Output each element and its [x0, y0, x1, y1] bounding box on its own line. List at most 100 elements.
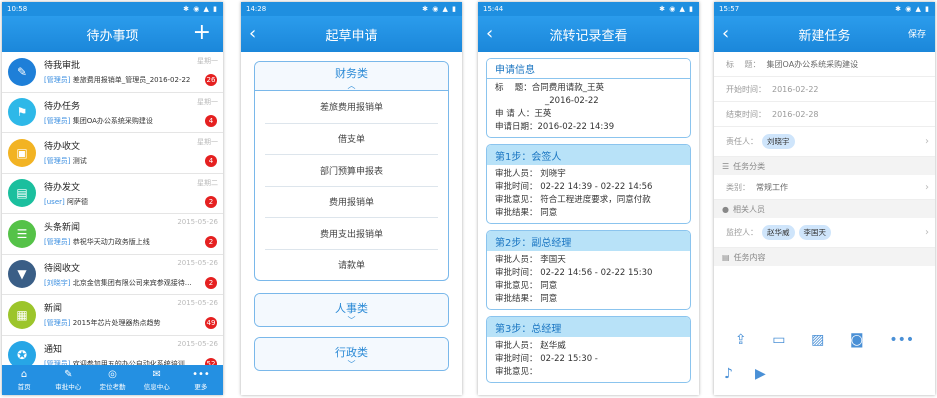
tab-label: 信息中心: [143, 383, 170, 391]
more-icon[interactable]: •••: [889, 332, 914, 348]
image-icon[interactable]: ▨: [811, 332, 824, 348]
application-info: 申请信息 标 题：合同费用请款_王英 _2016-02-22 申 请 人：王英 …: [486, 58, 691, 138]
category-header[interactable]: 财务类 ︿: [255, 62, 448, 90]
item-date: 2015-05-26: [177, 258, 218, 267]
step-line: 审批时间： 02-22 14:39 - 02-22 14:56: [495, 182, 653, 192]
status-icons: ✱ ◉ ▲ ▮: [422, 5, 457, 13]
category-label: 行政类: [335, 346, 368, 359]
item-text: 差旅费用报销单_管理员_2016-02-22: [72, 76, 191, 85]
status-time: 14:28: [246, 5, 267, 13]
subject-field[interactable]: 标 题： 集团OA办公系统采购建设: [714, 52, 935, 77]
value: 王英: [534, 109, 552, 119]
count-badge: 49: [205, 317, 217, 329]
item-user: [user]: [44, 197, 65, 206]
list-item[interactable]: ▤ 待办发文 [user] 阿萨德 星期二 2: [2, 174, 223, 214]
category-admin[interactable]: 行政类 ﹀: [254, 337, 449, 371]
item-date: 星期一: [197, 97, 218, 106]
section-label: 任务分类: [733, 161, 766, 171]
chevron-right-icon: ›: [925, 181, 929, 193]
bottom-tab-bar: ⌂ 首页 ✎ 审批中心 ◎ 定位考勤 ✉ 信息中心 ••• 更多: [2, 365, 223, 395]
status-bar: 10:58 ✱ ◉ ▲ ▮: [2, 2, 223, 16]
page-title: 新建任务: [798, 28, 851, 44]
step-line: 审批结果： 同意: [495, 208, 558, 218]
form-item[interactable]: 费用支出报销单: [265, 217, 438, 249]
owner-field[interactable]: 责任人： 刘晓宇 ›: [714, 127, 935, 157]
tab-more[interactable]: ••• 更多: [179, 365, 223, 395]
chevron-down-icon: ﹀: [347, 316, 356, 325]
approval-icon: ✎: [8, 57, 36, 86]
camera-icon[interactable]: ◙: [850, 332, 864, 348]
item-user: [管理员]: [44, 238, 71, 247]
item-user: [刘晓宇]: [44, 278, 71, 287]
back-icon[interactable]: ‹: [249, 23, 256, 44]
pen-icon: ✎: [64, 369, 73, 380]
back-icon[interactable]: ‹: [722, 23, 729, 44]
owner-chip[interactable]: 刘晓宇: [762, 134, 795, 149]
category-field[interactable]: 类别： 常规工作 ›: [714, 175, 935, 200]
category-hr[interactable]: 人事类 ﹀: [254, 293, 449, 327]
tab-messages[interactable]: ✉ 信息中心: [135, 365, 179, 395]
form-item[interactable]: 请款单: [265, 248, 438, 281]
form-item[interactable]: 费用报销单: [265, 185, 438, 218]
save-button[interactable]: 保存: [908, 27, 926, 40]
page-title: 待办事项: [86, 28, 139, 44]
add-icon[interactable]: +: [193, 20, 211, 45]
item-text: 北京金信集团有限公司来宾参观接待…: [72, 278, 192, 287]
field-value: 集团OA办公系统采购建设: [766, 59, 859, 69]
microphone-icon[interactable]: ♪: [724, 366, 733, 382]
count-badge: 26: [205, 74, 217, 86]
tab-home[interactable]: ⌂ 首页: [2, 365, 46, 395]
tab-approval[interactable]: ✎ 审批中心: [46, 365, 90, 395]
tab-location[interactable]: ◎ 定位考勤: [90, 365, 134, 395]
category-header[interactable]: 行政类 ﹀: [255, 338, 448, 370]
watcher-chip[interactable]: 赵华威: [762, 225, 795, 240]
category-header[interactable]: 人事类 ﹀: [255, 294, 448, 326]
step-header: 第1步：会签人: [487, 145, 690, 165]
start-date-field[interactable]: 开始时间： 2016-02-22: [714, 77, 935, 102]
phone-flow: 15:44 ✱ ◉ ▲ ▮ ‹ 流转记录查看 申请信息 标 题：合同费用请款_王英…: [478, 2, 699, 395]
category-label: 人事类: [335, 302, 368, 315]
end-date-field[interactable]: 结束时间： 2016-02-28: [714, 102, 935, 127]
step-line: 审批意见： 同意: [495, 281, 558, 291]
step-2: 第2步：副总经理 审批人员： 李国天 审批时间： 02-22 14:56 - 02…: [486, 230, 691, 310]
form-item[interactable]: 借支单: [265, 122, 438, 155]
status-time: 15:57: [719, 5, 740, 13]
list-item[interactable]: ▦ 新闻 [管理员] 2015年芯片处理器热点趋势 2015-05-26 49: [2, 295, 223, 336]
watcher-chip[interactable]: 李国天: [798, 225, 831, 240]
field-label: 责任人：: [726, 137, 758, 146]
form-item[interactable]: 部门预算申报表: [265, 154, 438, 186]
message-icon: ✉: [152, 369, 161, 380]
list-item[interactable]: ✎ 待我审批 [管理员] 差旅费用报销单_管理员_2016-02-22 星期一 26: [2, 52, 223, 93]
list-item[interactable]: ⚑ 待办任务 [管理员] 集团OA办公系统采购建设 星期一 4: [2, 93, 223, 133]
page-title: 起草申请: [325, 28, 378, 44]
chevron-right-icon: ›: [925, 227, 929, 238]
bookmark-icon: ▼: [8, 260, 36, 289]
field-label: 监控人：: [726, 228, 758, 237]
count-badge: 2: [205, 276, 217, 289]
title-bar: ‹ 流转记录查看: [478, 16, 699, 52]
watcher-field[interactable]: 监控人： 赵华威 李国天 ›: [714, 218, 935, 248]
item-user: [管理员]: [44, 157, 71, 166]
item-text: 阿萨德: [66, 197, 88, 206]
form-item[interactable]: 差旅费用报销单: [265, 91, 438, 123]
step-header: 第2步：副总经理: [487, 231, 690, 251]
item-date: 2015-05-26: [177, 339, 218, 348]
status-time: 10:58: [7, 5, 28, 13]
list-item[interactable]: ☰ 头条新闻 [管理员] 恭祝华天动力政务版上线 2015-05-26 2: [2, 214, 223, 255]
attachment-toolbar: ⇪ ▭ ▨ ◙ •••: [714, 332, 935, 348]
back-icon[interactable]: ‹: [486, 23, 493, 44]
upload-icon[interactable]: ⇪: [735, 332, 747, 348]
item-user: [管理员]: [44, 76, 71, 85]
phone-new-task: 15:57 ✱ ◉ ▲ ▮ ‹ 新建任务 保存 标 题： 集团OA办公系统采购建设 …: [714, 2, 935, 395]
step-line: 审批意见： 符合工程进度要求，同意付款: [495, 195, 651, 205]
folder-icon[interactable]: ▭: [772, 332, 785, 348]
list-item[interactable]: ▼ 待阅收文 [刘晓宇] 北京金信集团有限公司来宾参观接待… 2015-05-26 2: [2, 255, 223, 295]
video-icon[interactable]: ▶: [755, 366, 766, 382]
item-date: 2015-05-26: [177, 299, 218, 307]
list-icon: ☰: [722, 161, 730, 171]
status-bar: 14:28 ✱ ◉ ▲ ▮: [241, 2, 462, 16]
value: _2016-02-22: [545, 96, 599, 106]
category-finance: 财务类 ︿ 差旅费用报销单 借支单 部门预算申报表 费用报销单 费用支出报销单 请…: [254, 61, 449, 281]
list-item[interactable]: ▣ 待办收文 [管理员] 测试 星期一 4: [2, 133, 223, 174]
step-line: 审批结果： 同意: [495, 294, 558, 304]
